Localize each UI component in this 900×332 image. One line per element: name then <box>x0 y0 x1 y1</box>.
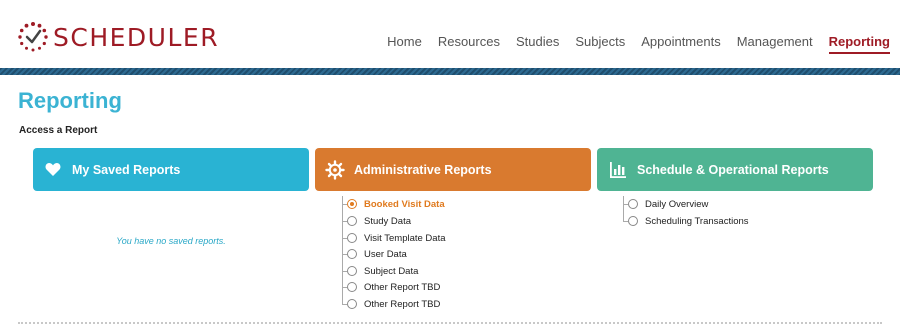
schedule-operational-reports-title: Schedule & Operational Reports <box>637 162 829 177</box>
admin-report-item[interactable]: Booked Visit Data <box>342 196 445 212</box>
radio-button[interactable] <box>347 299 357 309</box>
radio-button[interactable] <box>628 216 638 226</box>
main-nav: Home Resources Studies Subjects Appointm… <box>371 34 890 54</box>
radio-button[interactable] <box>347 233 357 243</box>
admin-report-label: Booked Visit Data <box>364 198 445 210</box>
admin-report-item[interactable]: Subject Data <box>342 263 418 279</box>
dotted-divider <box>18 322 882 324</box>
heart-icon <box>43 160 63 180</box>
radio-button[interactable] <box>347 199 357 209</box>
nav-subjects[interactable]: Subjects <box>575 34 625 54</box>
schedule-report-item[interactable]: Daily Overview <box>623 196 708 212</box>
administrative-reports-card[interactable]: Administrative Reports <box>315 148 591 191</box>
admin-report-item[interactable]: Visit Template Data <box>342 230 446 246</box>
admin-report-item[interactable]: Other Report TBD <box>342 296 440 312</box>
clock-logo-icon <box>18 22 48 52</box>
gear-icon <box>325 159 345 180</box>
nav-appointments[interactable]: Appointments <box>641 34 721 54</box>
page-title: Reporting <box>18 88 122 113</box>
schedule-report-label: Daily Overview <box>645 198 709 210</box>
nav-home[interactable]: Home <box>387 34 422 54</box>
nav-studies[interactable]: Studies <box>516 34 559 54</box>
schedule-operational-reports-card[interactable]: Schedule & Operational Reports <box>597 148 873 191</box>
radio-button[interactable] <box>347 266 357 276</box>
admin-report-label: Visit Template Data <box>364 232 446 244</box>
admin-report-label: Subject Data <box>364 265 419 277</box>
saved-reports-title: My Saved Reports <box>72 162 181 177</box>
admin-report-item[interactable]: Study Data <box>342 213 411 229</box>
administrative-reports-title: Administrative Reports <box>354 162 492 177</box>
admin-report-label: Other Report TBD <box>364 281 441 293</box>
schedule-report-item[interactable]: Scheduling Transactions <box>623 213 749 229</box>
radio-button[interactable] <box>347 282 357 292</box>
schedule-report-label: Scheduling Transactions <box>645 215 749 227</box>
app-logo[interactable]: SCHEDULER <box>17 20 219 54</box>
nav-reporting[interactable]: Reporting <box>828 34 890 54</box>
nav-management[interactable]: Management <box>737 34 813 54</box>
app-header: SCHEDULER Home Resources Studies Subject… <box>0 0 900 68</box>
admin-report-label: User Data <box>364 248 407 260</box>
header-divider-band <box>0 68 900 75</box>
admin-report-label: Other Report TBD <box>364 298 441 310</box>
saved-reports-empty-text: You have no saved reports. <box>116 236 226 246</box>
admin-report-label: Study Data <box>364 215 411 227</box>
radio-button[interactable] <box>347 249 357 259</box>
admin-report-item[interactable]: User Data <box>342 246 407 262</box>
section-subheading: Access a Report <box>19 125 98 136</box>
bar-chart-icon <box>608 160 628 180</box>
saved-reports-card[interactable]: My Saved Reports <box>33 148 309 191</box>
app-name: SCHEDULER <box>53 22 220 52</box>
administrative-reports-list: Booked Visit Data Study Data Visit Templ… <box>342 196 542 314</box>
nav-resources[interactable]: Resources <box>438 34 500 54</box>
radio-button[interactable] <box>347 216 357 226</box>
radio-button[interactable] <box>628 199 638 209</box>
schedule-reports-list: Daily Overview Scheduling Transactions <box>623 196 823 232</box>
admin-report-item[interactable]: Other Report TBD <box>342 279 440 295</box>
